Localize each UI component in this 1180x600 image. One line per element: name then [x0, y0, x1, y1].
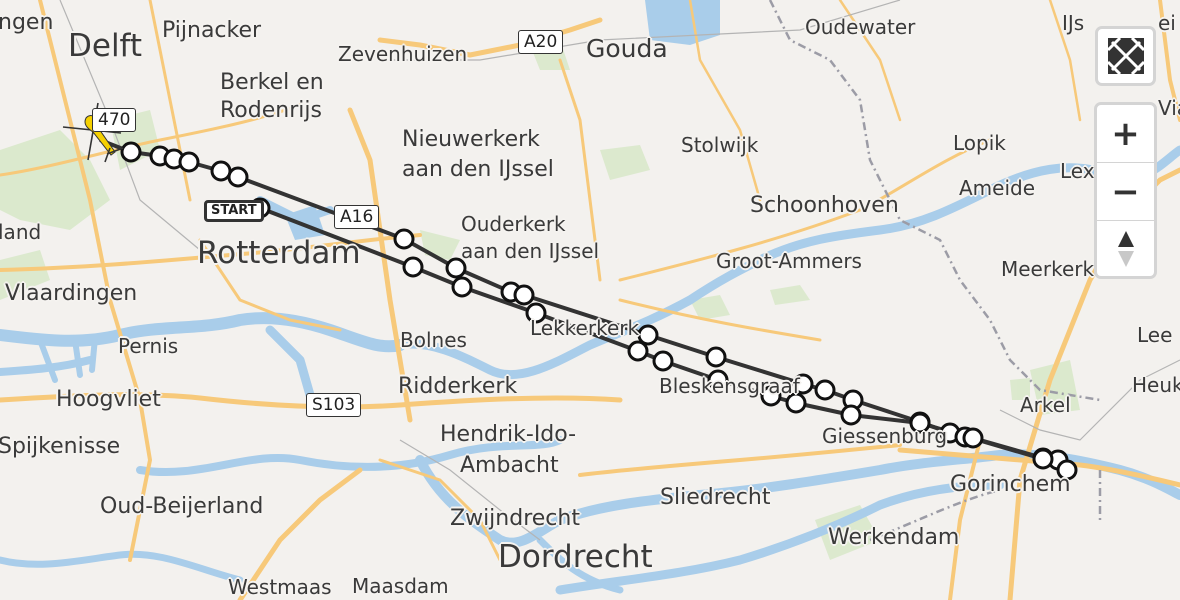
place-label: IJs: [1062, 11, 1085, 35]
route-waypoint[interactable]: [814, 379, 836, 401]
zoom-out-label: −: [1111, 171, 1140, 212]
place-label: Groot-Ammers: [716, 249, 862, 273]
place-label: Bleskensgraaf: [659, 374, 800, 398]
place-label: Arkel: [1020, 393, 1071, 417]
route-waypoint[interactable]: [1032, 448, 1054, 470]
road-shield: 470: [92, 108, 137, 132]
place-label: Zwijndrecht: [450, 506, 580, 531]
route-start-label: START: [204, 200, 264, 222]
road-shield: S103: [306, 393, 362, 417]
place-label: Bolnes: [400, 328, 467, 352]
route-waypoint[interactable]: [627, 340, 649, 362]
zoom-out-button[interactable]: −: [1097, 162, 1154, 220]
route-waypoint[interactable]: [652, 350, 674, 372]
route-waypoint[interactable]: [210, 160, 232, 182]
road-shield: A16: [334, 205, 380, 229]
fullscreen-icon: [1106, 36, 1145, 76]
place-label: Heuke: [1132, 373, 1180, 397]
place-label: Delft: [68, 28, 143, 64]
route-waypoint[interactable]: [178, 151, 200, 173]
place-label: Meerkerk: [1001, 257, 1095, 281]
route-waypoint[interactable]: [120, 141, 142, 163]
place-label: Oudewater: [805, 15, 916, 39]
compass-icon: [1117, 231, 1134, 267]
place-label: Rotterdam: [197, 235, 361, 271]
route-waypoint[interactable]: [705, 346, 727, 368]
place-label: Ouderkerk: [461, 212, 566, 236]
route-waypoint[interactable]: [402, 256, 424, 278]
zoom-in-label: +: [1111, 113, 1140, 154]
place-label: Lee: [1137, 323, 1173, 347]
place-label: ngen: [0, 10, 54, 35]
zoom-in-button[interactable]: +: [1097, 105, 1154, 162]
route-waypoint[interactable]: [513, 284, 535, 306]
fullscreen-button[interactable]: [1095, 26, 1156, 86]
place-label: Pijnacker: [162, 18, 262, 43]
place-label: land: [0, 220, 42, 244]
place-label: Sliedrecht: [660, 485, 771, 510]
place-label: ei: [1158, 11, 1176, 35]
place-label: Werkendam: [828, 525, 960, 550]
route-waypoint[interactable]: [451, 276, 473, 298]
place-label: Zevenhuizen: [338, 42, 468, 66]
road-shield: A20: [518, 30, 564, 54]
place-label: aan den IJssel: [402, 157, 554, 182]
place-label: Hendrik-Ido-: [440, 422, 577, 447]
place-label: Vlaardingen: [5, 281, 138, 306]
place-label: Ameide: [959, 176, 1036, 200]
place-label: Lopik: [953, 131, 1006, 155]
reset-north-button[interactable]: [1097, 220, 1154, 277]
route-waypoint[interactable]: [840, 404, 862, 426]
place-label: Ambacht: [460, 453, 559, 478]
place-label: Lekkerkerk: [530, 316, 640, 340]
place-label: Giessenburg: [822, 424, 948, 448]
place-label: Stolwijk: [681, 133, 759, 157]
place-label: Gorinchem: [950, 472, 1071, 497]
place-label: Maasdam: [352, 574, 449, 598]
place-label: Gouda: [586, 34, 668, 63]
route-waypoint[interactable]: [962, 427, 984, 449]
place-label: Via: [1158, 96, 1180, 120]
place-label: Hoogvliet: [56, 387, 161, 412]
place-label: Westmaas: [228, 575, 332, 599]
route-waypoint[interactable]: [227, 166, 249, 188]
place-label: Nieuwerkerk: [402, 127, 540, 152]
water: [0, 145, 1180, 595]
place-label: Lex: [1060, 159, 1095, 183]
place-label: Ridderkerk: [398, 374, 518, 399]
place-label: Oud-Beijerland: [100, 494, 264, 519]
place-label: aan den IJssel: [461, 239, 600, 263]
zoom-controls: + −: [1094, 102, 1157, 279]
place-label: Spijkenisse: [0, 434, 121, 459]
place-label: Pernis: [118, 334, 179, 358]
place-label: Schoonhoven: [750, 193, 899, 218]
place-label: Rodenrijs: [220, 98, 322, 123]
place-label: Berkel en: [220, 70, 324, 95]
place-label: Dordrecht: [498, 539, 653, 575]
route-waypoint[interactable]: [393, 228, 415, 250]
